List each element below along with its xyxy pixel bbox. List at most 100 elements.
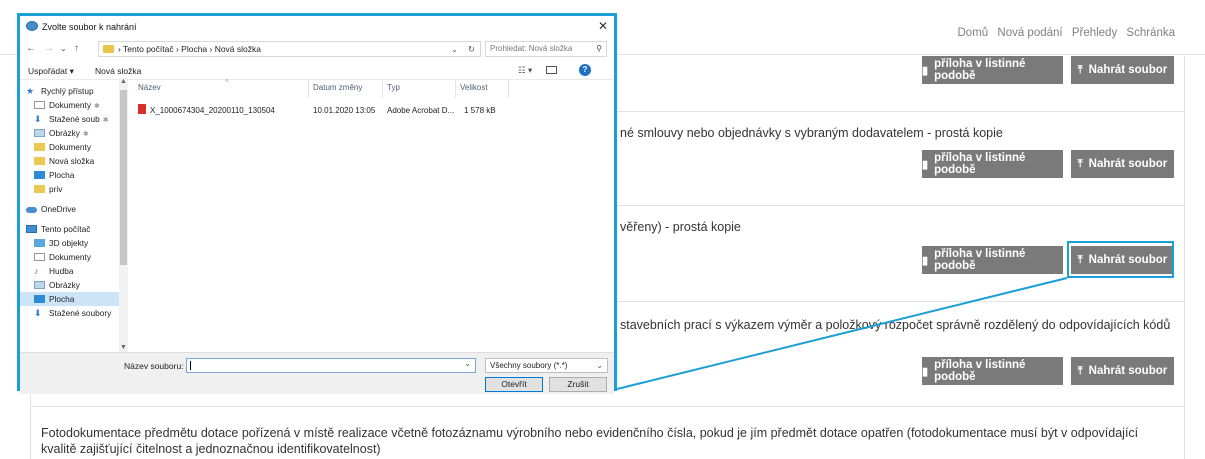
column-header-size[interactable]: Velikost xyxy=(460,83,488,92)
address-path: › Tento počítač › Plocha › Nová složka xyxy=(118,44,261,54)
sidebar-item-this-pc[interactable]: Tento počítač xyxy=(26,222,116,236)
upload-icon: ⤒ xyxy=(1077,63,1083,76)
upload-file-button[interactable]: ⤒ Nahrát soubor xyxy=(1071,357,1174,385)
close-icon[interactable]: ✕ xyxy=(598,19,608,33)
sidebar-item-documents-folder[interactable]: Dokumenty xyxy=(34,140,118,154)
document-icon: ▮ xyxy=(922,64,929,77)
open-button[interactable]: Otevřít xyxy=(485,377,543,392)
nav-link-mailbox[interactable]: Schránka xyxy=(1126,27,1175,39)
dialog-title-bar: Zvolte soubor k nahrání ✕ xyxy=(20,16,614,38)
pdf-file-icon xyxy=(138,104,146,114)
pictures-icon xyxy=(34,129,45,137)
download-icon: ⬇ xyxy=(34,308,42,318)
chevron-down-icon[interactable]: ⌄ xyxy=(451,42,458,56)
paper-attachment-button[interactable]: ▮ příloha v listinné podobě xyxy=(922,357,1063,385)
upload-file-button[interactable]: ⤒ Nahrát soubor xyxy=(1071,150,1174,178)
attachment-description: stavebních prací s výkazem výměr a polož… xyxy=(620,318,1171,332)
document-icon: ▮ xyxy=(922,254,929,267)
filename-label: Název souboru: xyxy=(124,361,184,371)
sidebar-item-3d-objects[interactable]: 3D objekty xyxy=(34,236,118,250)
documents-icon xyxy=(34,101,45,109)
paper-attachment-button[interactable]: ▮ příloha v listinné podobě xyxy=(922,150,1063,178)
pin-icon: ✱ xyxy=(82,131,89,138)
download-icon: ⬇ xyxy=(34,114,42,124)
address-path-field[interactable]: › Tento počítač › Plocha › Nová složka ⌄… xyxy=(98,41,481,57)
attachment-row-5: Fotodokumentace předmětu dotace pořízená… xyxy=(30,407,1185,459)
column-header-name[interactable]: Název xyxy=(138,83,161,92)
pin-icon: ✱ xyxy=(93,103,100,110)
new-folder-button[interactable]: Nová složka xyxy=(95,66,141,76)
computer-icon xyxy=(26,225,37,233)
column-separator xyxy=(382,80,383,98)
back-arrow-icon[interactable]: ← xyxy=(26,43,36,54)
text-caret xyxy=(190,361,191,370)
filename-input[interactable]: ⌄ xyxy=(186,358,476,373)
document-icon: ▮ xyxy=(922,365,929,378)
music-icon: ♪ xyxy=(34,266,39,276)
file-size: 1 578 kB xyxy=(464,106,496,115)
nav-links: Domů Nová podání Přehledy Schránka xyxy=(952,27,1176,39)
folder-icon xyxy=(34,143,45,151)
scroll-down-icon[interactable]: ▼ xyxy=(120,344,127,351)
file-name: X_1000674304_20200110_130504 xyxy=(150,106,275,115)
scroll-up-icon[interactable]: ▲ xyxy=(120,78,127,85)
refresh-icon[interactable]: ↻ xyxy=(468,42,475,56)
paper-attachment-button[interactable]: ▮ příloha v listinné podobě xyxy=(922,246,1063,274)
scrollbar-thumb[interactable] xyxy=(120,90,127,265)
sidebar-item-downloads[interactable]: ⬇ Stažené soubory xyxy=(34,306,118,320)
folder-icon xyxy=(34,157,45,165)
pin-icon: ✱ xyxy=(102,117,109,124)
3d-objects-icon xyxy=(34,239,45,247)
nav-link-new-submissions[interactable]: Nová podání xyxy=(997,27,1062,39)
column-header-type[interactable]: Typ xyxy=(387,83,400,92)
paper-attachment-button[interactable]: ▮ příloha v listinné podobě xyxy=(922,56,1063,84)
navigation-scrollbar[interactable]: ▲ ▼ xyxy=(119,78,128,352)
sidebar-item-desktop-quick[interactable]: Plocha xyxy=(34,168,118,182)
up-arrow-icon[interactable]: ↑ xyxy=(74,43,79,54)
organize-menu[interactable]: Uspořádat ▾ xyxy=(28,66,74,77)
file-row[interactable]: X_1000674304_20200110_130504 10.01.2020 … xyxy=(134,104,496,118)
nav-link-overviews[interactable]: Přehledy xyxy=(1072,27,1117,39)
upload-file-button[interactable]: ⤒ Nahrát soubor xyxy=(1071,56,1174,84)
help-icon[interactable]: ? xyxy=(579,64,591,76)
sidebar-item-desktop[interactable]: Plocha xyxy=(20,292,119,306)
forward-arrow-icon[interactable]: → xyxy=(44,43,54,54)
sidebar-item-music[interactable]: ♪ Hudba xyxy=(34,264,118,278)
sort-indicator-icon: ^ xyxy=(225,78,229,87)
sidebar-item-new-folder[interactable]: Nová složka xyxy=(34,154,118,168)
search-input[interactable]: Prohledat: Nová složka ⚲ xyxy=(485,41,607,57)
document-icon: ▮ xyxy=(922,158,929,171)
column-separator xyxy=(455,80,456,98)
chevron-down-icon: ⌄ xyxy=(596,361,603,370)
file-type: Adobe Acrobat D... xyxy=(387,106,455,115)
column-separator xyxy=(308,80,309,98)
sidebar-item-documents-pinned[interactable]: Dokumenty ✱ xyxy=(34,98,118,112)
sidebar-item-downloads-pinned[interactable]: ⬇ Stažené soub ✱ xyxy=(34,112,118,126)
preview-pane-icon[interactable] xyxy=(546,66,557,74)
file-list: Název ^ Datum změny Typ Velikost X_10006… xyxy=(130,78,614,352)
sidebar-item-quick-access[interactable]: ★ Rychlý přístup xyxy=(26,84,116,98)
navigation-pane: ★ Rychlý přístup Dokumenty ✱ ⬇ Stažené soub… xyxy=(20,80,120,352)
sidebar-item-onedrive[interactable]: OneDrive xyxy=(26,202,116,216)
attachment-description: né smlouvy nebo objednávky s vybraným do… xyxy=(620,126,1003,140)
documents-icon xyxy=(34,253,45,261)
dialog-title: Zvolte soubor k nahrání xyxy=(42,22,137,32)
folder-icon xyxy=(103,45,114,53)
recent-locations-chevron-icon[interactable]: ⌄ xyxy=(60,44,67,53)
folder-icon xyxy=(34,185,45,193)
sidebar-item-documents[interactable]: Dokumenty xyxy=(34,250,118,264)
chevron-down-icon[interactable]: ⌄ xyxy=(464,359,471,368)
cancel-button[interactable]: Zrušit xyxy=(549,377,607,392)
search-icon: ⚲ xyxy=(596,44,602,53)
sidebar-item-pictures-pinned[interactable]: Obrázky ✱ xyxy=(34,126,118,140)
nav-link-home[interactable]: Domů xyxy=(958,27,989,39)
file-type-filter-select[interactable]: Všechny soubory (*.*) ⌄ xyxy=(485,358,608,373)
column-header-date[interactable]: Datum změny xyxy=(313,83,362,92)
desktop-icon xyxy=(34,295,45,303)
sidebar-item-pictures[interactable]: Obrázky xyxy=(34,278,118,292)
view-options-icon[interactable]: ☷ ▾ xyxy=(518,65,532,76)
upload-icon: ⤒ xyxy=(1077,157,1083,170)
attachment-description: Fotodokumentace předmětu dotace pořízená… xyxy=(41,426,1139,456)
sidebar-item-priv[interactable]: priv xyxy=(34,182,118,196)
upload-button-highlight xyxy=(1067,241,1174,278)
